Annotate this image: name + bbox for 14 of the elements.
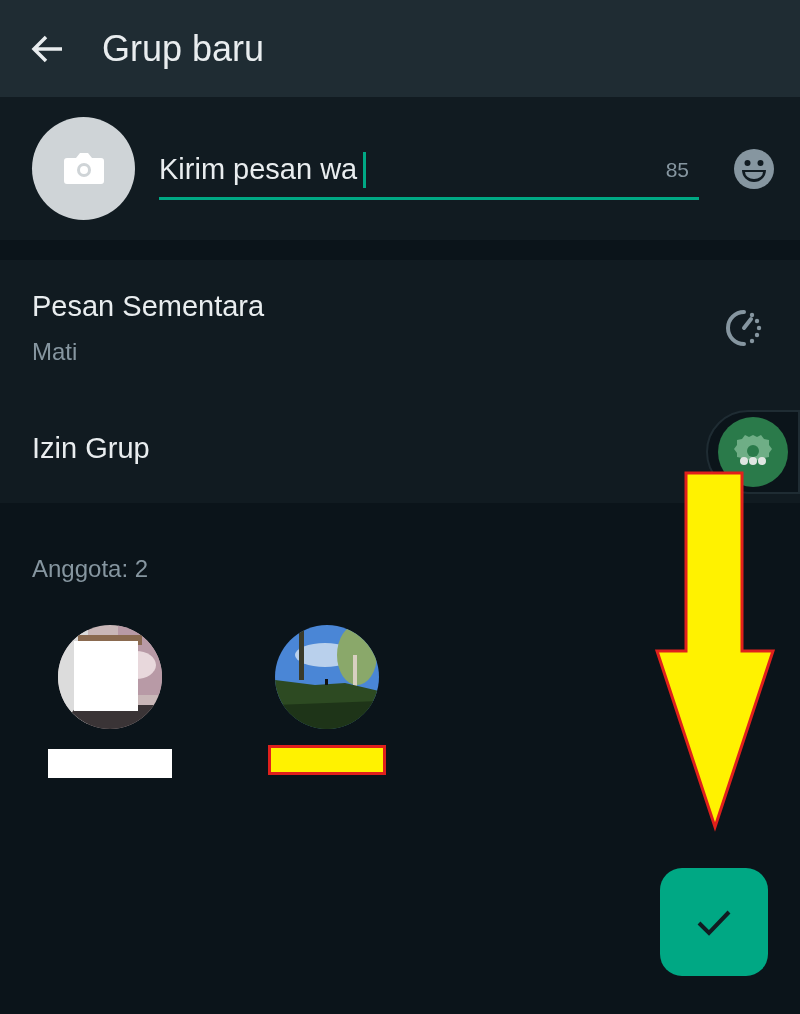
screen-title: Grup baru — [102, 26, 265, 71]
setting-title: Pesan Sementara — [32, 288, 265, 324]
character-counter: 85 — [665, 157, 689, 184]
emoji-icon[interactable] — [734, 148, 774, 189]
back-arrow-icon[interactable] — [30, 33, 64, 64]
setting-title: Izin Grup — [32, 431, 150, 467]
checkmark-icon — [696, 908, 732, 936]
setting-value: Mati — [32, 337, 79, 368]
members-count-label: Anggota: 2 — [32, 555, 149, 582]
camera-icon — [62, 150, 105, 187]
timer-icon — [724, 307, 764, 348]
settings-row[interactable]: Pesan Sementara Mati — [0, 260, 800, 395]
confirm-button[interactable] — [660, 868, 768, 976]
text-cursor — [363, 152, 367, 188]
